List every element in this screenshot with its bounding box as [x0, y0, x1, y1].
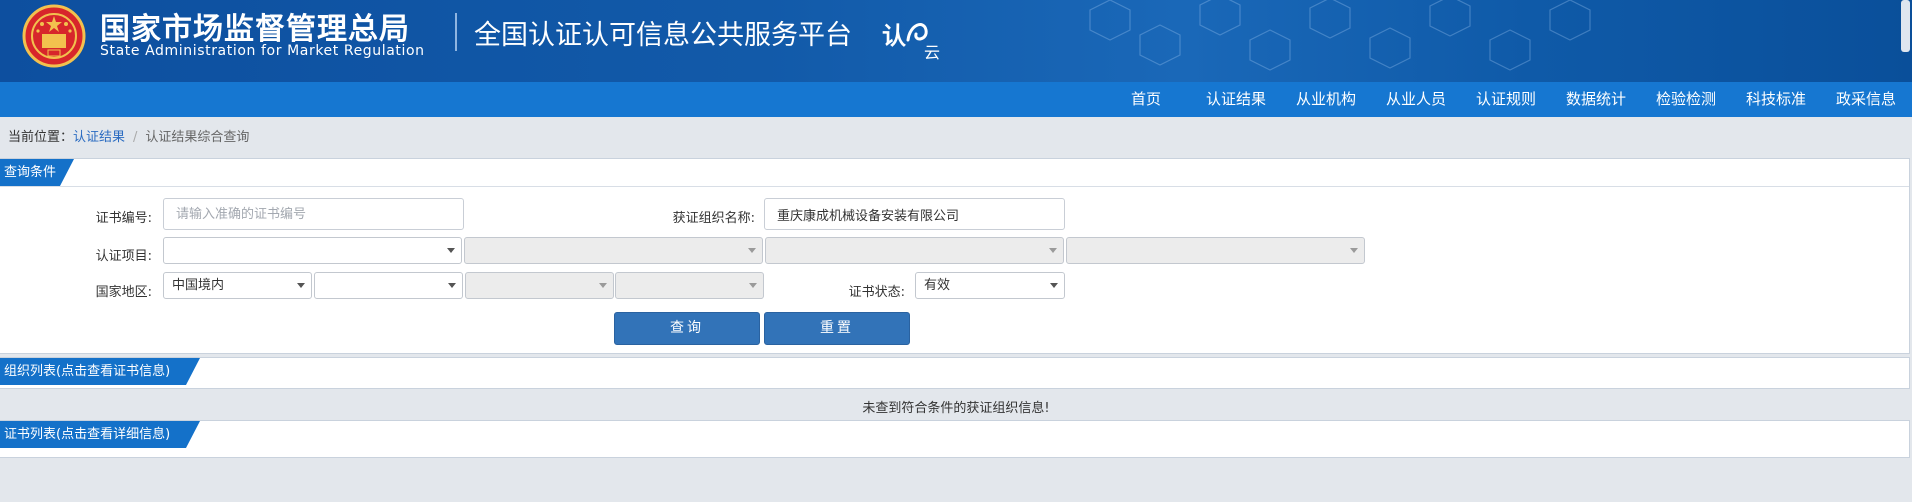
- nav-item-cert-rules[interactable]: 认证规则: [1476, 82, 1536, 117]
- nav-item-statistics[interactable]: 数据统计: [1566, 82, 1626, 117]
- scrollbar-thumb[interactable]: [1901, 0, 1910, 52]
- cert-status-selected-value: 有效: [924, 278, 951, 293]
- chevron-down-icon: [748, 248, 756, 253]
- site-header: 国家市场监督管理总局 State Administration for Mark…: [0, 0, 1912, 82]
- national-emblem-icon: [22, 4, 86, 68]
- header-divider: [455, 13, 457, 51]
- breadcrumb-current: 认证结果综合查询: [145, 130, 250, 145]
- breadcrumb-prefix: 当前位置：: [8, 130, 74, 145]
- main-nav: 首页 认证结果 从业机构 从业人员 认证规则 数据统计 检验检测 科技标准 政采…: [0, 82, 1912, 117]
- cert-status-label: 证书状态:: [848, 285, 905, 300]
- reset-button[interactable]: 重置: [764, 312, 910, 345]
- cert-project-select-1[interactable]: [163, 237, 462, 264]
- org-list-tab: 组织列表(点击查看证书信息): [0, 358, 200, 385]
- cert-project-select-3[interactable]: [765, 237, 1064, 264]
- query-panel-header: [0, 159, 1909, 187]
- chevron-down-icon: [447, 248, 455, 253]
- org-list-empty-message: 未查到符合条件的获证组织信息!: [862, 401, 1050, 416]
- search-button[interactable]: 查询: [614, 312, 760, 345]
- agency-name-cn: 国家市场监督管理总局: [100, 12, 410, 47]
- nav-item-cert-results[interactable]: 认证结果: [1206, 82, 1266, 117]
- cert-project-label: 认证项目:: [95, 249, 152, 264]
- svg-text:云: 云: [924, 43, 940, 62]
- svg-text:认: 认: [882, 22, 906, 50]
- nav-item-institutions[interactable]: 从业机构: [1296, 82, 1356, 117]
- nav-item-practitioners[interactable]: 从业人员: [1386, 82, 1446, 117]
- cert-list-panel: 证书列表(点击查看详细信息): [0, 420, 1910, 458]
- breadcrumb-link-cert-results[interactable]: 认证结果: [73, 130, 125, 145]
- cert-status-select[interactable]: 有效: [915, 272, 1065, 299]
- cert-no-label: 证书编号:: [95, 211, 152, 226]
- nav-item-home[interactable]: 首页: [1131, 82, 1161, 117]
- region-province-select[interactable]: [314, 272, 463, 299]
- region-city-select[interactable]: [465, 272, 614, 299]
- cert-project-select-4[interactable]: [1066, 237, 1365, 264]
- cert-list-tab: 证书列表(点击查看详细信息): [0, 421, 200, 448]
- cert-project-select-2[interactable]: [464, 237, 763, 264]
- nav-item-procurement[interactable]: 政采信息: [1836, 82, 1896, 117]
- org-name-input[interactable]: [764, 198, 1065, 230]
- chevron-down-icon: [448, 283, 456, 288]
- chevron-down-icon: [297, 283, 305, 288]
- chevron-down-icon: [749, 283, 757, 288]
- breadcrumb: 当前位置：认证结果 / 认证结果综合查询: [8, 126, 249, 145]
- breadcrumb-separator: /: [133, 130, 138, 145]
- hexagon-pattern: [1089, 0, 1591, 71]
- region-district-select[interactable]: [615, 272, 764, 299]
- region-label: 国家地区:: [95, 285, 152, 300]
- org-list-panel: 组织列表(点击查看证书信息): [0, 357, 1910, 389]
- region-selected-value: 中国境内: [172, 278, 225, 293]
- renyun-logo-icon: 认 云: [882, 22, 940, 62]
- cert-no-input[interactable]: [163, 198, 464, 230]
- chevron-down-icon: [1049, 248, 1057, 253]
- platform-name: 全国认证认可信息公共服务平台: [474, 20, 852, 51]
- nav-item-inspection[interactable]: 检验检测: [1656, 82, 1716, 117]
- org-name-label: 获证组织名称:: [672, 211, 755, 226]
- agency-name-en: State Administration for Market Regulati…: [100, 43, 425, 59]
- nav-item-standards[interactable]: 科技标准: [1746, 82, 1806, 117]
- region-country-select[interactable]: 中国境内: [163, 272, 312, 299]
- chevron-down-icon: [1350, 248, 1358, 253]
- chevron-down-icon: [1050, 283, 1058, 288]
- chevron-down-icon: [599, 283, 607, 288]
